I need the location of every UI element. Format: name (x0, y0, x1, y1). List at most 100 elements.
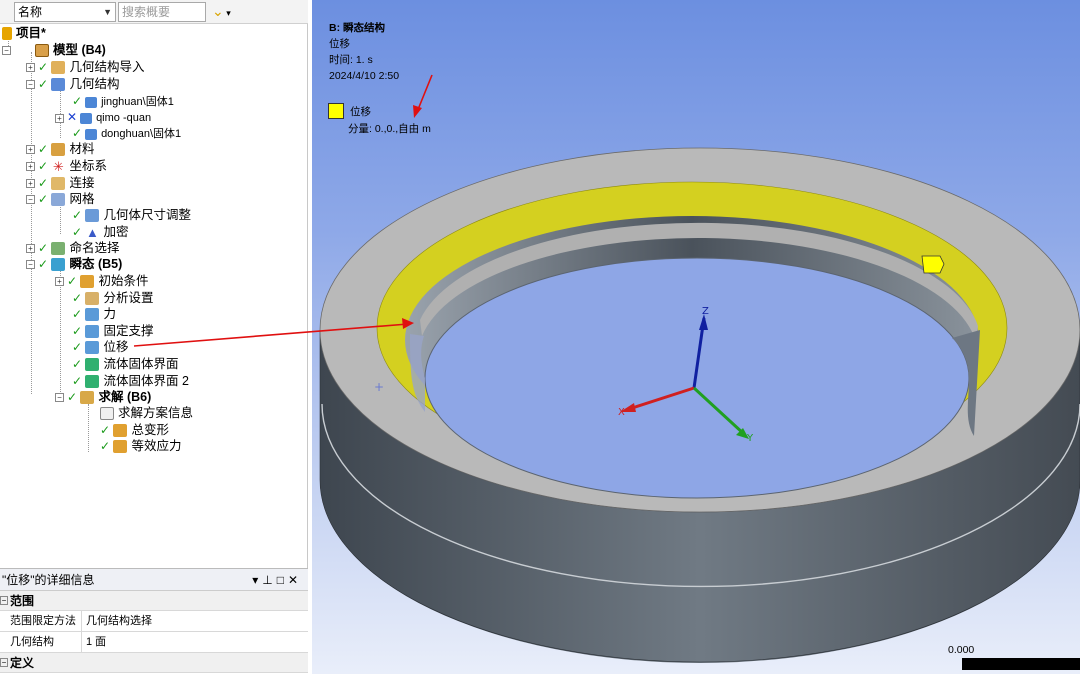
legend-swatch (328, 103, 344, 119)
tree-node-model[interactable]: − 模型 (B4) (2, 42, 106, 58)
tree-label: 流体固体界面 (103, 357, 179, 371)
detail-key: 范围限定方法 (0, 611, 82, 631)
pick-crosshair: + (374, 380, 384, 394)
name-filter-dropdown[interactable]: 名称 ▼ (14, 2, 116, 22)
tree-node-initial-conditions[interactable]: + ✓ 初始条件 (55, 273, 149, 289)
collapse-icon[interactable]: − (0, 658, 8, 667)
tree-label: 瞬态 (B5) (69, 257, 123, 271)
tree-node-body-donghuan[interactable]: ✓ donghuan\固体1 (72, 125, 181, 141)
tree-label: 几何体尺寸调整 (103, 208, 191, 222)
tree-node-force[interactable]: ✓ 力 (72, 306, 116, 322)
tree-node-body-sizing[interactable]: ✓ 几何体尺寸调整 (72, 207, 191, 223)
expand-icon[interactable]: + (26, 244, 35, 254)
tree-label: 加密 (103, 225, 129, 239)
detail-value[interactable]: 1 面 (82, 632, 106, 652)
check-icon: ✓ (72, 324, 83, 338)
section-scope[interactable]: − 范围 (0, 591, 308, 611)
legend-label: 位移 (350, 106, 371, 118)
tree-label: donghuan\固体1 (101, 128, 182, 140)
tree-node-solution[interactable]: − ✓ 求解 (B6) (55, 389, 151, 405)
ring-model[interactable]: + Z X Y (312, 0, 1080, 674)
expand-icon[interactable]: + (26, 162, 35, 172)
expand-icon[interactable]: + (55, 277, 64, 287)
tree-label: 几何结构导入 (69, 60, 145, 74)
tree-node-fsi-2[interactable]: ✓ 流体固体界面 2 (72, 373, 189, 389)
tree-node-geometry-import[interactable]: + ✓ 几何结构导入 (26, 59, 145, 75)
coordinate-system-icon: ✳ (53, 159, 64, 175)
tree-node-transient[interactable]: − ✓ 瞬态 (B5) (26, 256, 122, 272)
section-label: 范围 (10, 594, 35, 608)
check-icon: ✓ (38, 192, 49, 206)
displacement-icon (85, 341, 100, 355)
tree-node-mesh[interactable]: − ✓ 网格 (26, 191, 95, 207)
tree-node-project[interactable]: 项目* (2, 25, 46, 41)
tree-node-solution-information[interactable]: 求解方案信息 (100, 405, 193, 421)
tree-node-analysis-settings[interactable]: ✓ 分析设置 (72, 290, 154, 306)
object-name: 位移 (329, 38, 350, 50)
x-mark-icon: ✕ (67, 110, 78, 124)
detail-value[interactable]: 几何结构选择 (82, 611, 152, 631)
collapse-icon[interactable]: − (26, 260, 35, 270)
expand-icon[interactable]: + (26, 63, 35, 73)
tree-node-body-jinghuan[interactable]: ✓ jinghuan\固体1 (72, 93, 174, 109)
tree-node-connections[interactable]: + ✓ 连接 (26, 175, 95, 191)
y-axis-label: Y (746, 433, 754, 444)
tree-node-fsi-1[interactable]: ✓ 流体固体界面 (72, 356, 179, 372)
detail-row-geometry[interactable]: 几何结构 1 面 (0, 632, 308, 653)
expand-icon[interactable]: + (26, 145, 35, 155)
tree-node-displacement[interactable]: ✓ 位移 (72, 339, 129, 355)
tree-node-geometry[interactable]: − ✓ 几何结构 (26, 76, 120, 92)
viewport-info: B: 瞬态结构 位移 时间: 1. s 2024/4/10 2:50 (329, 20, 399, 84)
tree-node-coordinate-systems[interactable]: + ✓ ✳ 坐标系 (26, 158, 107, 174)
detail-row-scoping-method[interactable]: 范围限定方法 几何结构选择 (0, 611, 308, 632)
tree-node-named-selections[interactable]: + ✓ 命名选择 (26, 240, 120, 256)
tree-label: 流体固体界面 2 (103, 374, 189, 388)
graphics-viewport[interactable]: + Z X Y B: 瞬态结构 位移 时间: 1. s 2024/4/10 2:… (312, 0, 1080, 674)
tree-label: 几何结构 (69, 77, 120, 91)
tree-node-body-qimo[interactable]: + ✕ qimo -quan (55, 109, 151, 125)
solid-body-icon (80, 112, 93, 124)
check-icon: ✓ (72, 225, 83, 239)
collapse-icon[interactable]: − (55, 393, 64, 403)
details-panel: "位移"的详细信息 ▾⊥□✕ − 范围 范围限定方法 几何结构选择 几何结构 1… (0, 568, 308, 674)
check-icon: ✓ (72, 307, 83, 321)
maximize-icon[interactable]: □ (277, 573, 288, 587)
expand-icon[interactable]: + (55, 113, 64, 123)
filter-options-button[interactable]: ⌄ ▾ (212, 3, 242, 21)
tree-node-refinement[interactable]: ✓ ▲ 加密 (72, 224, 129, 240)
collapse-icon[interactable]: − (26, 195, 35, 205)
sizing-icon (85, 209, 100, 223)
fsi-icon (85, 358, 100, 372)
check-icon: ✓ (38, 241, 49, 255)
tree-label: 项目* (16, 26, 46, 40)
analysis-settings-icon (85, 292, 100, 306)
check-icon: ✓ (38, 176, 49, 190)
load-marker[interactable] (921, 255, 945, 274)
result-icon (113, 440, 128, 454)
close-icon[interactable]: ✕ (288, 573, 302, 587)
check-icon: ✓ (72, 94, 83, 108)
search-placeholder: 搜索概要 (122, 5, 171, 19)
section-definition[interactable]: − 定义 (0, 653, 308, 673)
pin-icon[interactable]: ⊥ (262, 573, 276, 587)
fixed-support-icon (85, 325, 100, 339)
tree-label: 初始条件 (98, 274, 149, 288)
force-icon (85, 308, 100, 322)
expand-icon[interactable]: + (26, 179, 35, 189)
collapse-icon[interactable]: − (0, 596, 8, 605)
solid-body-icon (85, 96, 98, 108)
detail-key: 几何结构 (0, 632, 82, 652)
tree-label: 坐标系 (69, 159, 107, 173)
tree-node-equivalent-stress[interactable]: ✓ 等效应力 (100, 438, 182, 454)
search-outline-input[interactable]: 搜索概要 (118, 2, 206, 22)
dropdown-icon[interactable]: ▾ (252, 573, 262, 587)
tree-node-fixed-support[interactable]: ✓ 固定支撑 (72, 323, 154, 339)
refinement-icon: ▲ (86, 225, 99, 241)
collapse-icon[interactable]: − (26, 80, 35, 90)
tree-label: jinghuan\固体1 (101, 96, 174, 108)
tree-node-materials[interactable]: + ✓ 材料 (26, 141, 95, 157)
name-filter-value: 名称 (18, 5, 43, 19)
tree-node-total-deformation[interactable]: ✓ 总变形 (100, 422, 169, 438)
materials-icon (51, 143, 66, 157)
collapse-icon[interactable]: − (2, 46, 11, 56)
